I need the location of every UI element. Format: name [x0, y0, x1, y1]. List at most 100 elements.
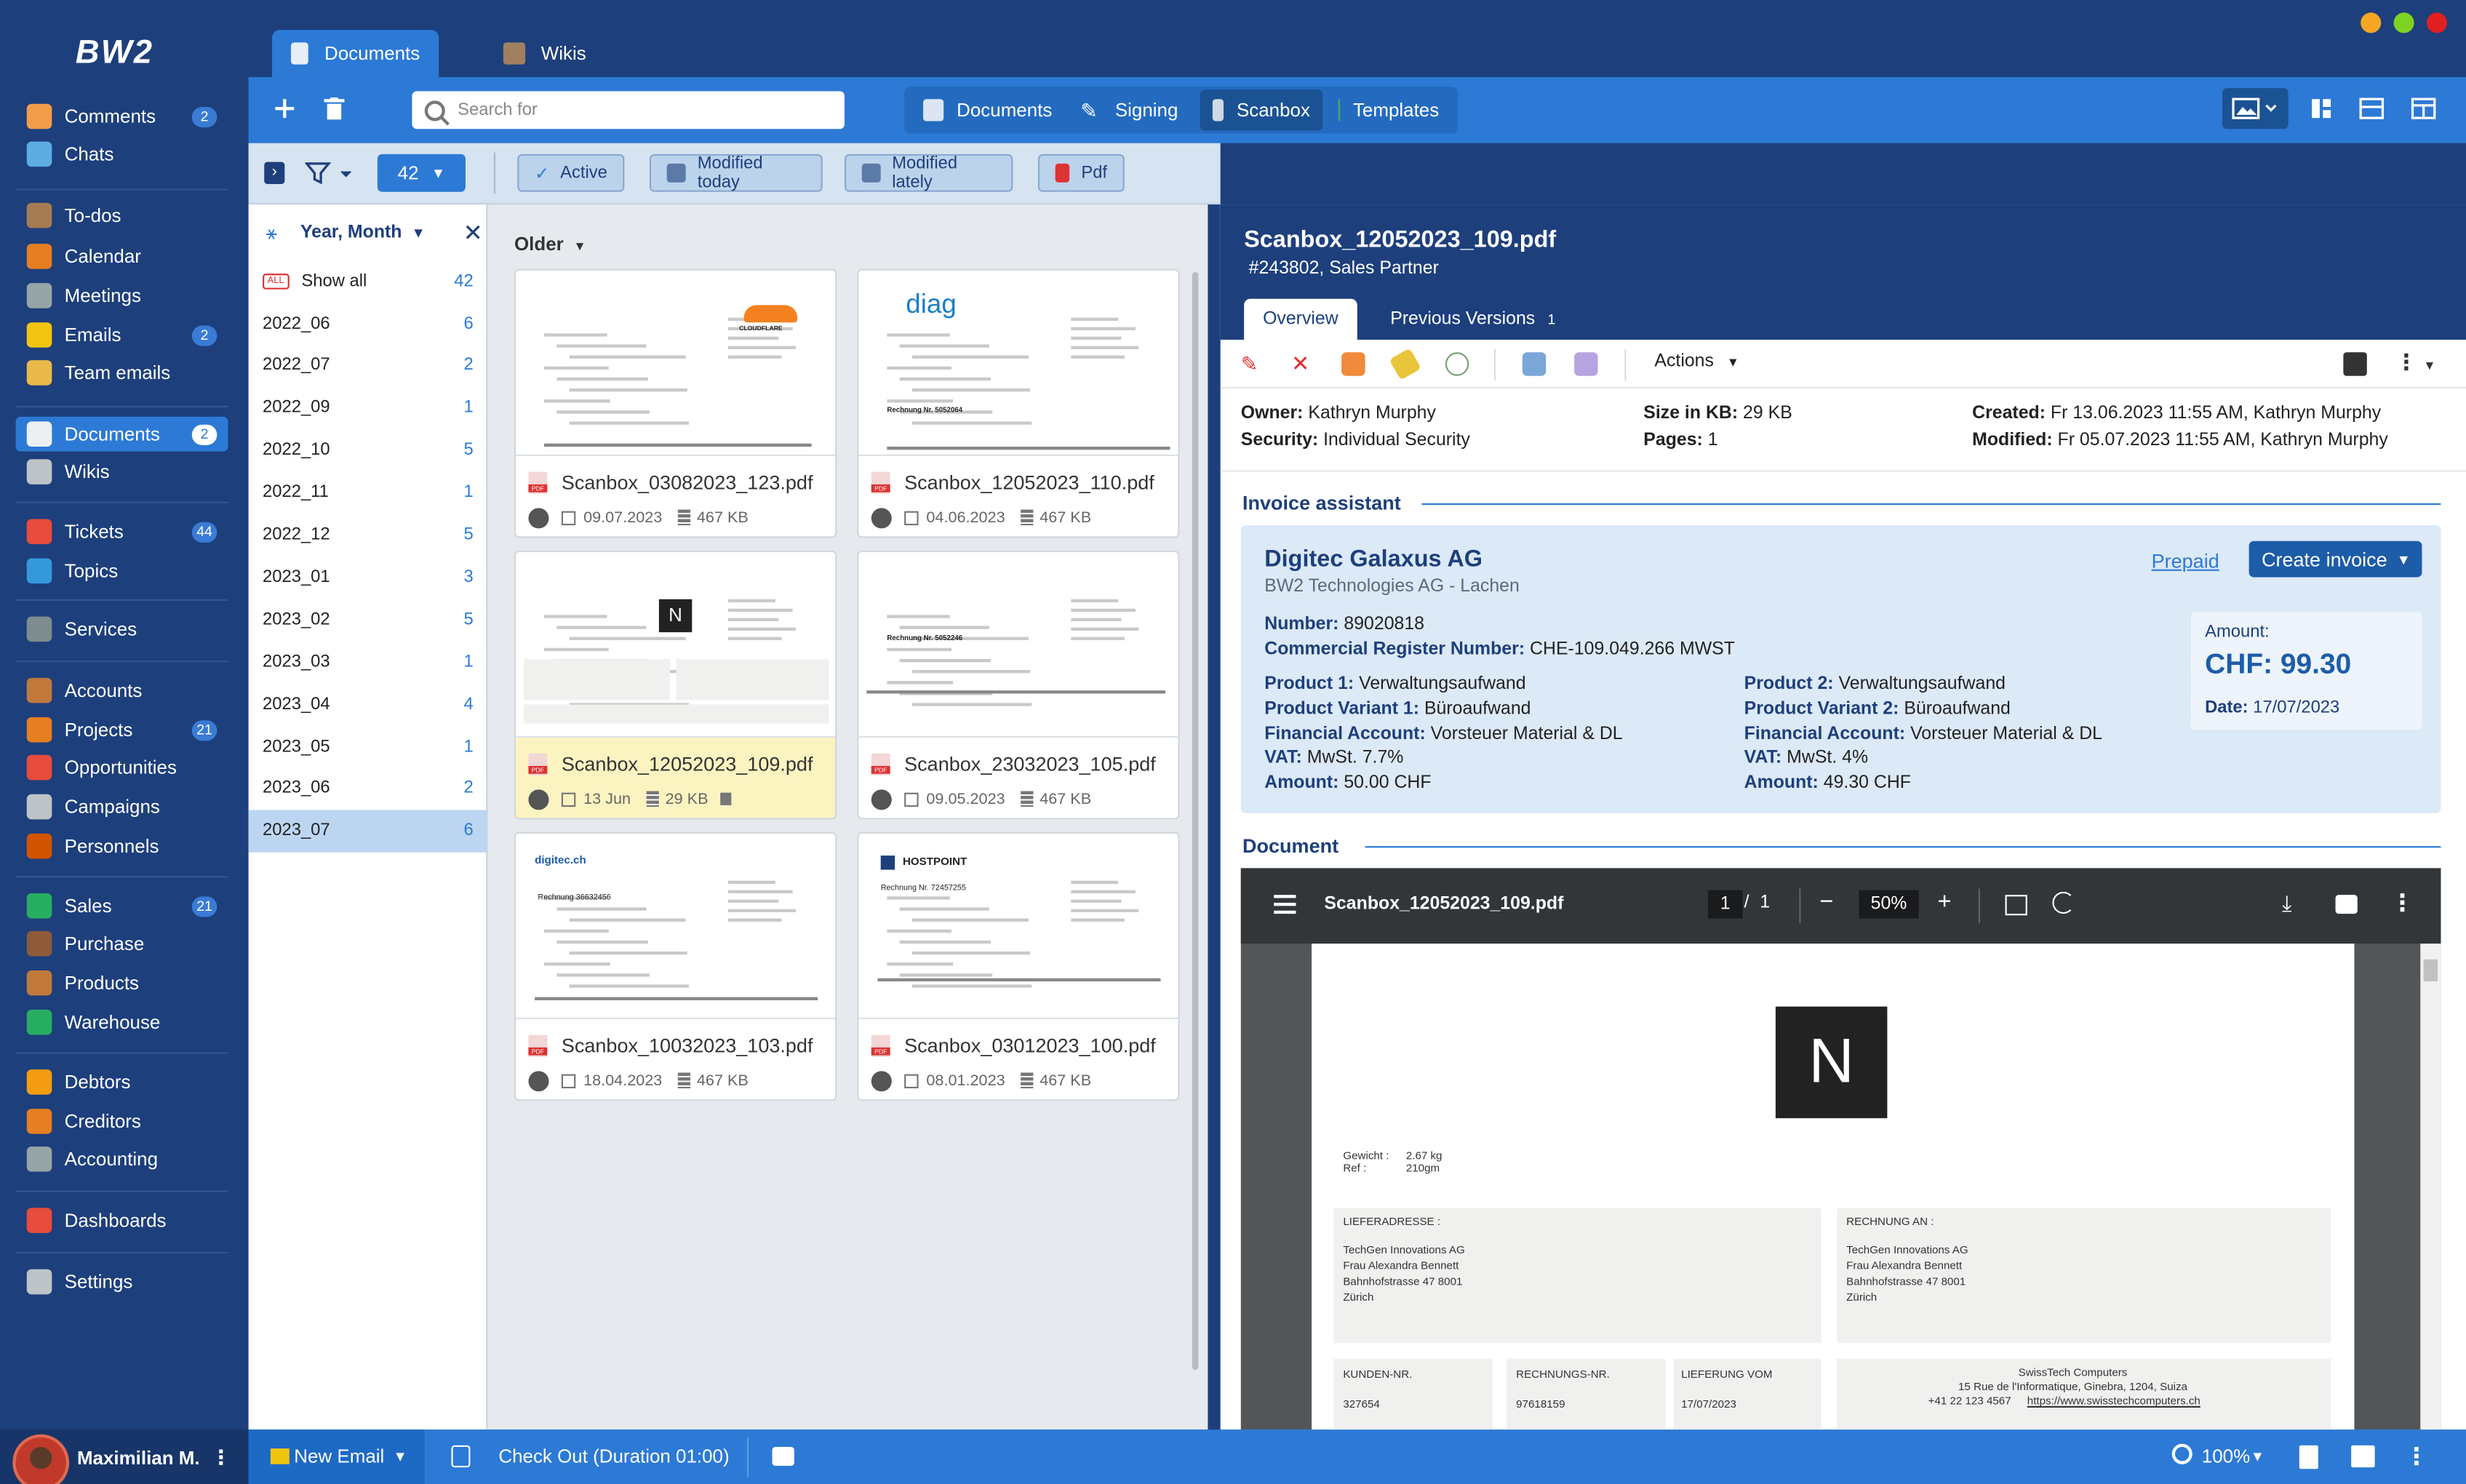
filter-chip-pdf[interactable]: Pdf — [1037, 153, 1125, 192]
sidebar-item-purchase[interactable]: Purchase — [16, 926, 228, 961]
zoom-level-input[interactable]: 50% — [1859, 890, 1919, 919]
close-window-button[interactable] — [2426, 12, 2448, 33]
document-card[interactable]: Rechnung Nr. 5052246 Scanbox_23032023_105… — [857, 550, 1180, 820]
filter-chip-modified-today[interactable]: Modified today — [649, 153, 823, 192]
tab-previous-versions[interactable]: Previous Versions 1 — [1371, 299, 1574, 340]
section-older[interactable]: Older ▼ — [514, 233, 586, 255]
sidebar-item-tickets[interactable]: Tickets 44 — [16, 514, 228, 549]
group-row[interactable]: 2023_02 5 — [249, 598, 488, 640]
zoom-icon[interactable] — [2171, 1443, 2192, 1464]
more-vertical-icon[interactable]: ⋮ — [2390, 889, 2414, 917]
minimize-button[interactable] — [2361, 12, 2382, 33]
sidebar-item-team-emails[interactable]: Team emails — [16, 356, 228, 391]
document-card[interactable]: N Scanbox_12052023_109.pdf 13 Jun 29 KB — [514, 550, 837, 820]
sidebar-item-comments[interactable]: Comments 2 — [16, 99, 228, 134]
group-row[interactable]: 2023_01 3 — [249, 556, 488, 598]
group-row[interactable]: 2023_03 1 — [249, 640, 488, 682]
sidebar-item-topics[interactable]: Topics — [16, 554, 228, 589]
create-invoice-button[interactable]: Create invoice ▼ — [2248, 540, 2422, 578]
mode-scanbox[interactable]: Scanbox — [1200, 89, 1323, 131]
cancel-icon[interactable]: ✕ — [1291, 351, 1314, 375]
filter-dropdown[interactable] — [304, 161, 355, 186]
user-bar[interactable]: Maximilian M. ⋮ — [0, 1429, 249, 1484]
sidebar-item-settings[interactable]: Settings — [16, 1264, 228, 1299]
more-menu-icon[interactable]: ⋮ ▼ — [2395, 349, 2436, 376]
layout-grid-button[interactable] — [2305, 93, 2337, 124]
company-url[interactable]: https://www.swisstechcomputers.ch — [2027, 1395, 2200, 1411]
sidebar-item-chats[interactable]: Chats — [16, 137, 228, 172]
group-row[interactable]: 2022_12 5 — [249, 514, 488, 556]
avatar[interactable] — [12, 1434, 70, 1484]
filter-chip-modified-lately[interactable]: Modified lately — [844, 153, 1013, 192]
sidebar-item-services[interactable]: Services — [16, 612, 228, 647]
maximize-button[interactable] — [2393, 12, 2414, 33]
sidebar-item-calendar[interactable]: Calendar — [16, 239, 228, 274]
group-by-label[interactable]: Year, Month — [300, 223, 402, 242]
sidebar-item-accounting[interactable]: Accounting — [16, 1142, 228, 1177]
sidebar-item-projects[interactable]: Projects 21 — [16, 712, 228, 747]
trash-icon[interactable] — [2299, 1445, 2318, 1469]
group-row[interactable]: 2023_05 1 — [249, 725, 488, 767]
group-row[interactable]: 2023_06 2 — [249, 767, 488, 810]
print-icon[interactable] — [2343, 352, 2367, 376]
edit-icon[interactable]: ✎ — [1241, 352, 1264, 375]
pdf-scrollbar[interactable] — [2420, 944, 2441, 1430]
sidebar-item-creditors[interactable]: Creditors — [16, 1104, 228, 1139]
sidebar-item-products[interactable]: Products — [16, 965, 228, 1000]
sidebar-item-emails[interactable]: Emails 2 — [16, 318, 228, 353]
fit-page-icon[interactable] — [2005, 895, 2027, 916]
add-button[interactable] — [271, 93, 299, 124]
group-row[interactable]: 2023_04 4 — [249, 683, 488, 725]
menu-icon[interactable] — [1274, 895, 1296, 914]
print-icon[interactable] — [772, 1447, 794, 1466]
tab-documents[interactable]: Documents — [272, 30, 439, 77]
sidebar-item-debtors[interactable]: Debtors — [16, 1065, 228, 1100]
layout-columns-button[interactable] — [2408, 93, 2439, 124]
send-mail-icon[interactable] — [1522, 352, 1547, 376]
add-cloud-icon[interactable] — [1445, 352, 1469, 376]
scrollbar[interactable] — [1192, 272, 1199, 1371]
tab-overview[interactable]: Overview — [1244, 298, 1357, 340]
sidebar-item-dashboards[interactable]: Dashboards — [16, 1203, 228, 1238]
filter-chip-active[interactable]: ✓ Active — [517, 153, 625, 192]
checkout-label[interactable]: Check Out (Duration 01:00) — [498, 1445, 729, 1467]
tag-icon[interactable] — [1389, 348, 1421, 380]
sidebar-item-campaigns[interactable]: Campaigns — [16, 789, 228, 824]
group-row[interactable]: 2022_09 1 — [249, 386, 488, 428]
expand-panel-button[interactable]: › — [264, 161, 285, 184]
zoom-out-icon[interactable]: − — [1819, 889, 1833, 916]
document-card[interactable]: HOSTPOINT Rechnung Nr. 72457255 Scanbox_03… — [857, 831, 1180, 1101]
group-row-show-all[interactable]: ALL Show all 42 — [249, 260, 488, 302]
group-row[interactable]: 2022_11 1 — [249, 471, 488, 514]
search-input[interactable] — [458, 100, 820, 120]
sidebar-item-to-dos[interactable]: To-dos — [16, 198, 228, 233]
page-number-input[interactable]: 1 — [1707, 890, 1743, 919]
sidebar-item-accounts[interactable]: Accounts — [16, 673, 228, 708]
chevron-down-icon[interactable]: ▼ — [2251, 1448, 2265, 1464]
sidebar-item-warehouse[interactable]: Warehouse — [16, 1005, 228, 1040]
sidebar-item-wikis[interactable]: Wikis — [16, 455, 228, 490]
search-box[interactable] — [412, 91, 845, 129]
more-vertical-icon[interactable]: ⋮ — [211, 1445, 231, 1471]
receive-mail-icon[interactable] — [1574, 352, 1598, 376]
sidebar-item-opportunities[interactable]: Opportunities — [16, 750, 228, 785]
scroll-thumb[interactable] — [2423, 959, 2438, 982]
tab-wikis[interactable]: Wikis — [484, 30, 610, 77]
sidebar-item-documents[interactable]: Documents 2 — [15, 416, 228, 452]
mode-documents[interactable]: Documents — [911, 89, 1065, 130]
mode-signing[interactable]: ✎ Signing — [1068, 89, 1197, 130]
document-card[interactable]: diag Rechnung Nr. 5052064 Scanbox_12052023… — [857, 268, 1180, 538]
group-row[interactable]: 2022_06 6 — [249, 302, 488, 344]
delete-button[interactable] — [319, 93, 348, 124]
map-icon[interactable] — [2351, 1445, 2375, 1468]
actions-dropdown[interactable]: Actions ▼ — [1654, 352, 1739, 371]
mode-templates[interactable]: Templates — [1326, 89, 1452, 130]
more-vertical-icon[interactable]: ⋮ — [2405, 1443, 2428, 1471]
image-view-dropdown[interactable] — [2222, 88, 2289, 129]
sidebar-item-personnels[interactable]: Personnels — [16, 829, 228, 863]
prepaid-link[interactable]: Prepaid — [2152, 551, 2219, 573]
group-row[interactable]: 2022_07 2 — [249, 344, 488, 386]
rotate-icon[interactable] — [2052, 891, 2075, 914]
count-dropdown[interactable]: 42 ▼ — [377, 153, 466, 192]
print-icon[interactable] — [2335, 895, 2358, 914]
